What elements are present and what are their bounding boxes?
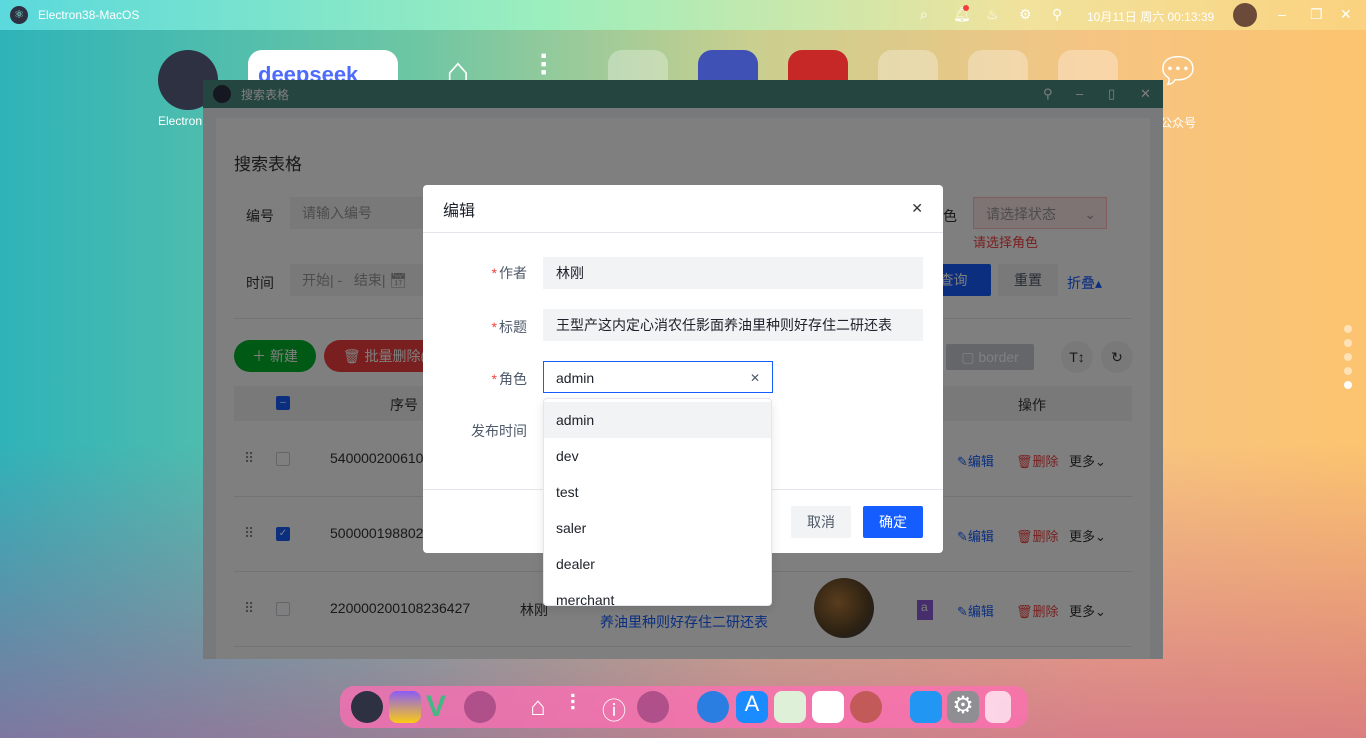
mail-dock-icon[interactable]: [910, 691, 942, 723]
page-dot[interactable]: [1344, 353, 1352, 361]
page-dot[interactable]: [1344, 325, 1352, 333]
author-input[interactable]: 林刚: [543, 257, 923, 289]
role-option[interactable]: admin: [544, 402, 771, 438]
role-option[interactable]: dealer: [544, 546, 771, 582]
modal-title: 编辑: [443, 197, 475, 221]
role-select[interactable]: admin✕: [543, 361, 773, 393]
photos-dock-icon[interactable]: [812, 691, 844, 723]
electron-app-label: Electron: [158, 114, 202, 128]
bell-icon[interactable]: 🔔︎: [953, 6, 971, 23]
folder-dock-icon[interactable]: [464, 691, 496, 723]
dock: V ⌂ ⠇ ⓘ A ⚙: [340, 686, 1028, 728]
confirm-button[interactable]: 确定: [863, 506, 923, 538]
appstore-dock-icon[interactable]: A: [736, 691, 768, 723]
clock: 10月11日 周六 00:13:39: [1087, 8, 1214, 25]
role-option[interactable]: saler: [544, 510, 771, 546]
close-icon[interactable]: ✕: [1340, 6, 1352, 23]
maximize-icon[interactable]: ❐: [1310, 6, 1323, 23]
role-label: *角色: [423, 369, 527, 389]
page-dot[interactable]: [1344, 367, 1352, 375]
cancel-button[interactable]: 取消: [791, 506, 851, 538]
minimize-icon[interactable]: –: [1278, 6, 1286, 22]
author-label: *作者: [423, 263, 527, 283]
maps-dock-icon[interactable]: [774, 691, 806, 723]
title-input[interactable]: 王型产这内定心消农任影面养油里种则好存住二研还表: [543, 309, 923, 341]
title-label: *标题: [423, 317, 527, 337]
electron-dock-icon[interactable]: [351, 691, 383, 723]
avatar[interactable]: [1233, 3, 1257, 27]
home-dock-icon[interactable]: ⌂: [522, 691, 554, 723]
role-option[interactable]: test: [544, 474, 771, 510]
role-option[interactable]: merchant: [544, 582, 771, 606]
chart-dock-icon[interactable]: ⠇: [560, 691, 592, 723]
electron-logo-icon: ⚛: [10, 6, 28, 24]
trash-dock-icon[interactable]: [985, 691, 1011, 723]
top-menubar: ⚛ Electron38-MacOS ⌕ 🔔︎ ♨ ⚙ ⚲ 10月11日 周六 …: [0, 0, 1366, 30]
safari-dock-icon[interactable]: [697, 691, 729, 723]
vite-dock-icon[interactable]: [389, 691, 421, 723]
clear-icon[interactable]: ✕: [750, 362, 760, 394]
gear-icon[interactable]: ⚙: [1019, 6, 1032, 23]
role-dropdown: admin dev test saler dealer merchant: [543, 398, 772, 606]
paint-icon[interactable]: ♨: [986, 6, 999, 23]
tools-folder-dock-icon[interactable]: [850, 691, 882, 723]
role-option[interactable]: dev: [544, 438, 771, 474]
search-icon[interactable]: ⌕: [920, 6, 928, 23]
wechat-app-label: 公众号: [1160, 114, 1196, 131]
info-dock-icon[interactable]: ⓘ: [598, 691, 630, 723]
settings-dock-icon[interactable]: ⚙: [947, 691, 979, 723]
modal-close-icon[interactable]: ✕: [911, 200, 923, 217]
pin-icon[interactable]: ⚲: [1052, 6, 1062, 23]
app-title: Electron38-MacOS: [38, 8, 139, 22]
page-dot-active[interactable]: [1344, 381, 1352, 389]
vue-dock-icon[interactable]: V: [426, 691, 458, 723]
publish-time-label: 发布时间: [423, 421, 527, 441]
page-dot[interactable]: [1344, 339, 1352, 347]
apps-folder-dock-icon[interactable]: [637, 691, 669, 723]
